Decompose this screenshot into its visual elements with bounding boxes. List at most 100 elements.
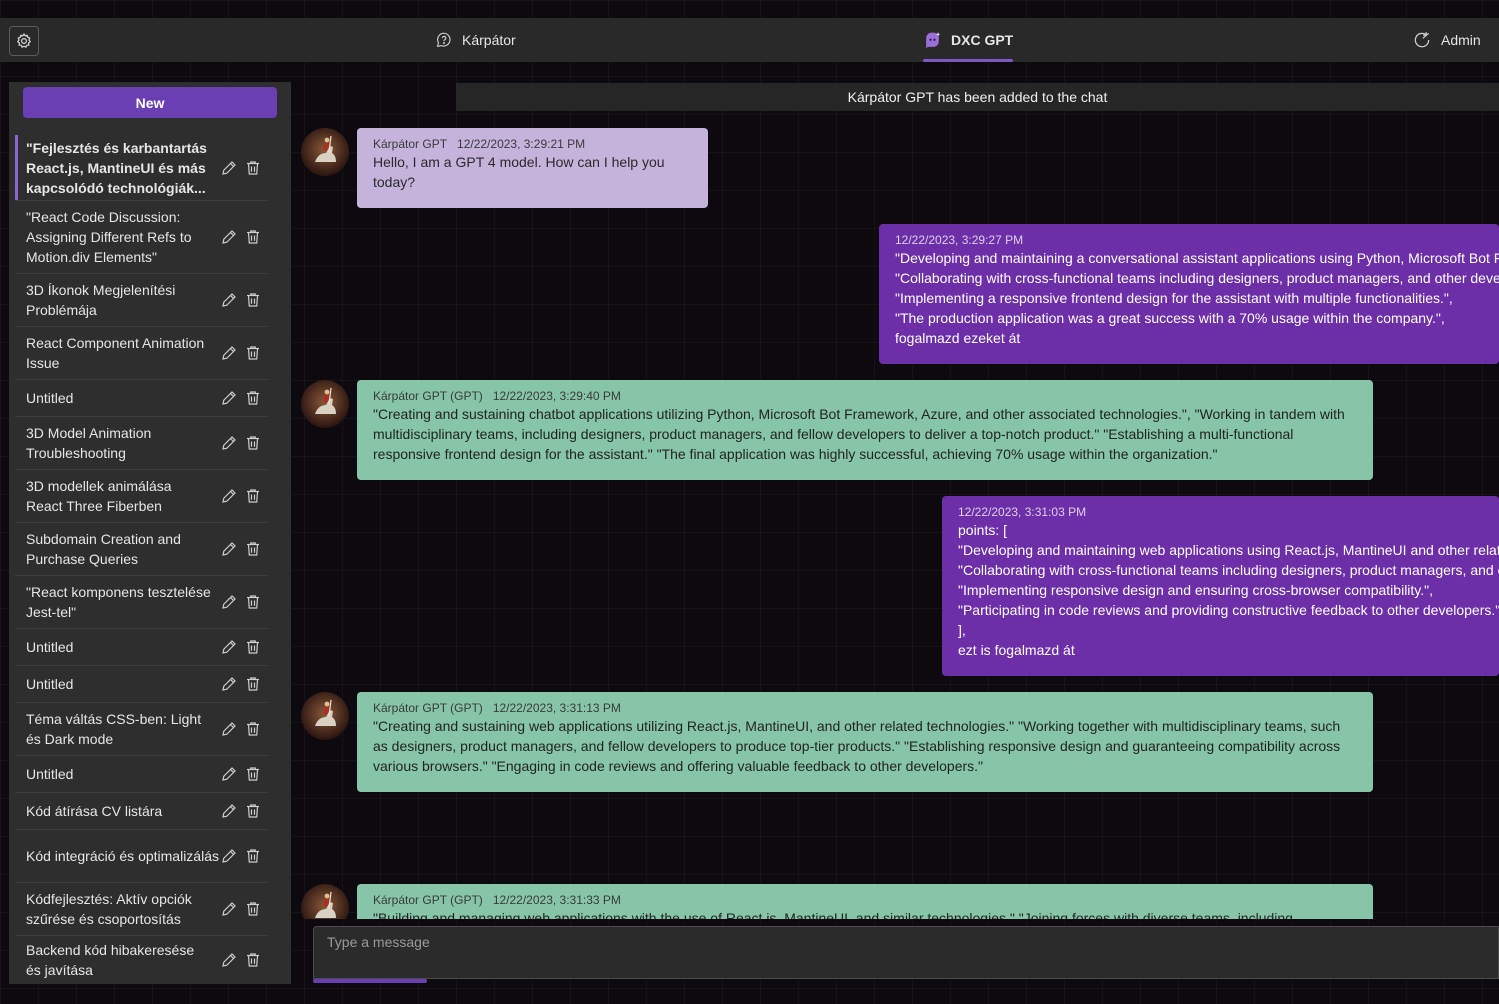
message-timestamp: 12/22/2023, 3:31:33 PM (492, 893, 621, 907)
message-line: "Implementing responsive design and ensu… (958, 582, 1434, 598)
message-line: "Developing and maintaining web applicat… (958, 542, 1499, 558)
conversation-item[interactable]: Subdomain Creation and Purchase Queries (15, 523, 268, 576)
tab-karpator-label: Kárpátor (462, 32, 516, 48)
conversation-title: "Fejlesztés és karbantartás React.js, Ma… (26, 139, 207, 196)
input-progress-bar (313, 979, 427, 983)
message-line: "Participating in code reviews and provi… (958, 602, 1499, 618)
message-sender: Kárpátor GPT (GPT) (373, 701, 483, 715)
tab-dxc-gpt[interactable]: DXC GPT (923, 18, 1014, 62)
tab-admin-label: Admin (1441, 32, 1481, 48)
trash-icon[interactable] (244, 434, 262, 452)
conversation-title: Untitled (26, 676, 74, 692)
edit-pencil-icon[interactable] (220, 344, 238, 362)
edit-pencil-icon[interactable] (220, 802, 238, 820)
share-refresh-icon (1414, 32, 1430, 48)
settings-button[interactable] (9, 26, 39, 56)
message-line: "Creating and sustaining chatbot applica… (373, 406, 1345, 422)
edit-pencil-icon[interactable] (220, 675, 238, 693)
trash-icon[interactable] (244, 540, 262, 558)
chat-message-list[interactable]: Kárpátor GPT 12/22/2023, 3:29:21 PM Hello… (291, 112, 1499, 919)
edit-pencil-icon[interactable] (220, 434, 238, 452)
conversation-item[interactable]: Untitled (15, 380, 268, 417)
edit-pencil-icon[interactable] (220, 765, 238, 783)
bot-avatar (301, 128, 349, 176)
conversation-title: Kód átírása CV listára (26, 803, 163, 819)
edit-pencil-icon[interactable] (220, 228, 238, 246)
message-line: ezt is fogalmazd át (958, 642, 1075, 658)
edit-pencil-icon[interactable] (220, 951, 238, 969)
trash-icon[interactable] (244, 389, 262, 407)
trash-icon[interactable] (244, 638, 262, 656)
edit-pencil-icon[interactable] (220, 593, 238, 611)
trash-icon[interactable] (244, 675, 262, 693)
conversation-item[interactable]: Kód átírása CV listára (15, 793, 268, 830)
conversation-item[interactable]: Backend kód hibakeresése és javítása (15, 936, 268, 984)
message-sender: Kárpátor GPT (GPT) (373, 893, 483, 907)
conversation-item[interactable]: Untitled (15, 629, 268, 666)
message-line: as designers, product managers, and fell… (373, 738, 1341, 754)
edit-pencil-icon[interactable] (220, 159, 238, 177)
conversation-title: Téma váltás CSS-ben: Light és Dark mode (26, 711, 202, 747)
conversation-title: Untitled (26, 639, 74, 655)
trash-icon[interactable] (244, 765, 262, 783)
knight-avatar-image (301, 128, 349, 176)
conversation-item[interactable]: React Component Animation Issue (15, 327, 268, 380)
trash-icon[interactable] (244, 593, 262, 611)
top-nav-bar: Kárpátor DXC GPT Admin (0, 18, 1499, 62)
conversation-title: 3D modellek animálása React Three Fiberb… (26, 478, 172, 514)
conversation-item[interactable]: 3D modellek animálása React Three Fiberb… (15, 470, 268, 523)
message-line: points: [ (958, 522, 1008, 538)
edit-pencil-icon[interactable] (220, 847, 238, 865)
edit-pencil-icon[interactable] (220, 487, 238, 505)
conversation-item[interactable]: Téma váltás CSS-ben: Light és Dark mode (15, 703, 268, 756)
conversation-title: "React Code Discussion: Assigning Differ… (26, 209, 192, 265)
message-line: "Developing and maintaining a conversati… (895, 250, 1499, 266)
conversation-item[interactable]: Untitled (15, 666, 268, 703)
message-sender: Kárpátor GPT (373, 137, 448, 151)
trash-icon[interactable] (244, 900, 262, 918)
conversation-title: Kódfejlesztés: Aktív opciók szűrése és c… (26, 891, 192, 927)
conversation-item[interactable]: "Fejlesztés és karbantartás React.js, Ma… (15, 135, 268, 201)
conversation-title: Kód integráció és optimalizálás (26, 848, 219, 864)
conversation-item[interactable]: Kódfejlesztés: Aktív opciók szűrése és c… (15, 883, 268, 936)
edit-pencil-icon[interactable] (220, 638, 238, 656)
conversation-item[interactable]: Untitled (15, 756, 268, 793)
chat-help-icon (436, 32, 451, 48)
edit-pencil-icon[interactable] (220, 291, 238, 309)
trash-icon[interactable] (244, 951, 262, 969)
message-timestamp: 12/22/2023, 3:31:13 PM (492, 701, 621, 715)
knight-avatar-image (301, 380, 349, 428)
message-input[interactable]: Type a message (313, 926, 1499, 979)
edit-pencil-icon[interactable] (220, 389, 238, 407)
message-line: various browsers." "Engaging in code rev… (373, 758, 984, 774)
new-conversation-button[interactable]: New (23, 87, 277, 118)
bot-sparkle-icon (926, 31, 941, 48)
conversation-title: Subdomain Creation and Purchase Queries (26, 531, 181, 567)
trash-icon[interactable] (244, 802, 262, 820)
conversation-item[interactable]: "React Code Discussion: Assigning Differ… (15, 201, 268, 274)
tab-admin[interactable]: Admin (1412, 18, 1481, 62)
conversation-item[interactable]: 3D Íkonok Megjelenítési Problémája (15, 274, 268, 327)
message-line: "Creating and sustaining web application… (373, 718, 1341, 734)
edit-pencil-icon[interactable] (220, 900, 238, 918)
conversation-item[interactable]: Kód integráció és optimalizálás (15, 830, 268, 883)
message-line: ], (958, 622, 966, 638)
conversation-title: 3D Model Animation Troubleshooting (26, 425, 152, 461)
trash-icon[interactable] (244, 159, 262, 177)
conversation-title: Untitled (26, 390, 74, 406)
message-timestamp: 12/22/2023, 3:29:27 PM (895, 233, 1024, 247)
trash-icon[interactable] (244, 487, 262, 505)
trash-icon[interactable] (244, 847, 262, 865)
message-line: responsive frontend design for the assis… (373, 446, 1218, 462)
trash-icon[interactable] (244, 291, 262, 309)
gear-icon (16, 33, 32, 48)
tab-karpator[interactable]: Kárpátor (435, 18, 516, 62)
trash-icon[interactable] (244, 720, 262, 738)
edit-pencil-icon[interactable] (220, 720, 238, 738)
edit-pencil-icon[interactable] (220, 540, 238, 558)
trash-icon[interactable] (244, 228, 262, 246)
conversation-item[interactable]: 3D Model Animation Troubleshooting (15, 417, 268, 470)
conversation-item[interactable]: "React komponens tesztelése Jest-tel" (15, 576, 268, 629)
message-line: "Building and managing web applications … (373, 910, 1293, 919)
trash-icon[interactable] (244, 344, 262, 362)
